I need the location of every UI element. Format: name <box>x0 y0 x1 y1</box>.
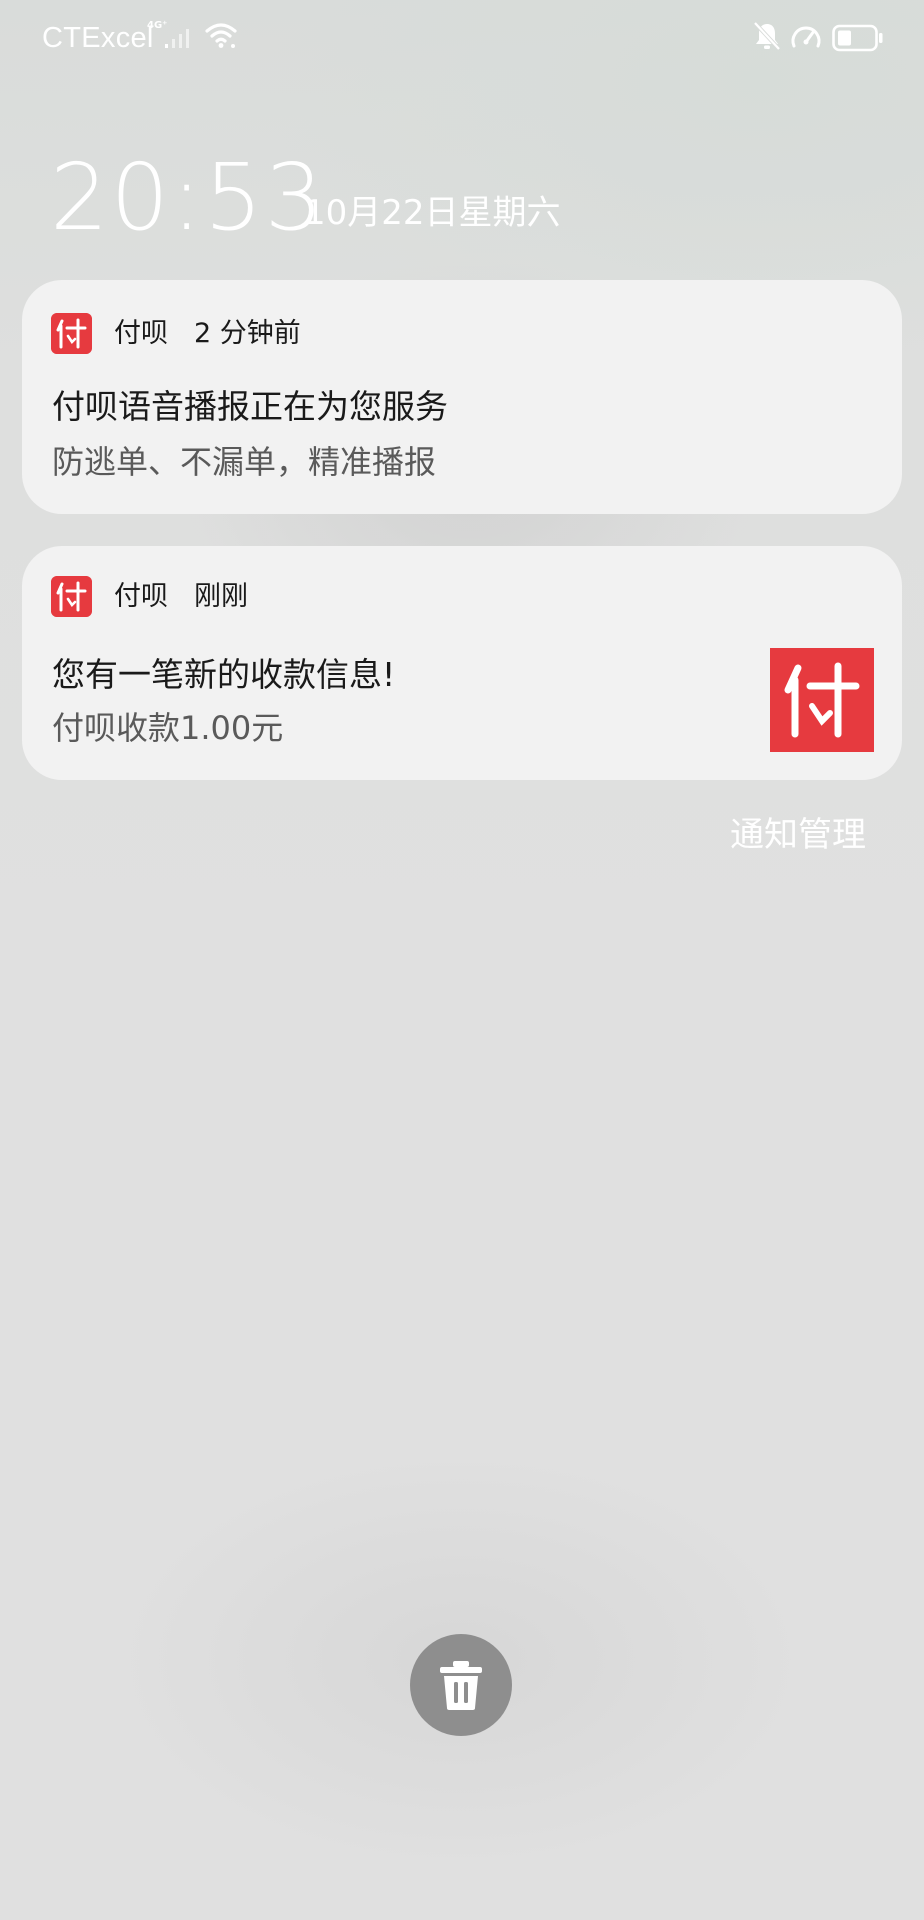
notification-card[interactable]: 付呗 刚刚 您有一笔新的收款信息! 付呗收款1.00元 <box>22 546 902 780</box>
notification-thumbnail-fubei-logo <box>770 648 874 752</box>
notification-title: 付呗语音播报正在为您服务 <box>52 387 448 426</box>
wifi-icon <box>205 23 237 48</box>
app-icon-fubei <box>51 576 92 617</box>
notification-timestamp: 2 分钟前 <box>194 318 301 349</box>
speed-icon <box>791 26 821 48</box>
carrier-name: CTExcel <box>42 22 154 54</box>
notification-body: 防逃单、不漏单，精准播报 <box>52 443 437 481</box>
clear-notifications-button[interactable] <box>410 1634 512 1736</box>
signal-icon <box>165 29 189 48</box>
app-icon-fubei <box>51 313 92 354</box>
notification-title: 您有一笔新的收款信息! <box>52 655 396 694</box>
notification-card[interactable]: 付呗 2 分钟前 付呗语音播报正在为您服务 防逃单、不漏单，精准播报 <box>22 280 902 514</box>
notification-app-name: 付呗 <box>114 318 168 349</box>
notification-body: 付呗收款1.00元 <box>52 709 284 747</box>
notification-timestamp: 刚刚 <box>194 581 248 612</box>
trash-icon <box>440 1661 482 1710</box>
lockscreen-date: 10月22日星期六 <box>304 193 561 233</box>
bell-off-icon <box>753 21 781 51</box>
status-bar: CTExcel 4G⁺ <box>0 0 924 76</box>
notification-app-name: 付呗 <box>114 581 168 612</box>
lockscreen-time: 20:53 <box>50 144 326 251</box>
notification-manage-link[interactable]: 通知管理 <box>730 818 866 852</box>
battery-icon <box>832 24 883 52</box>
